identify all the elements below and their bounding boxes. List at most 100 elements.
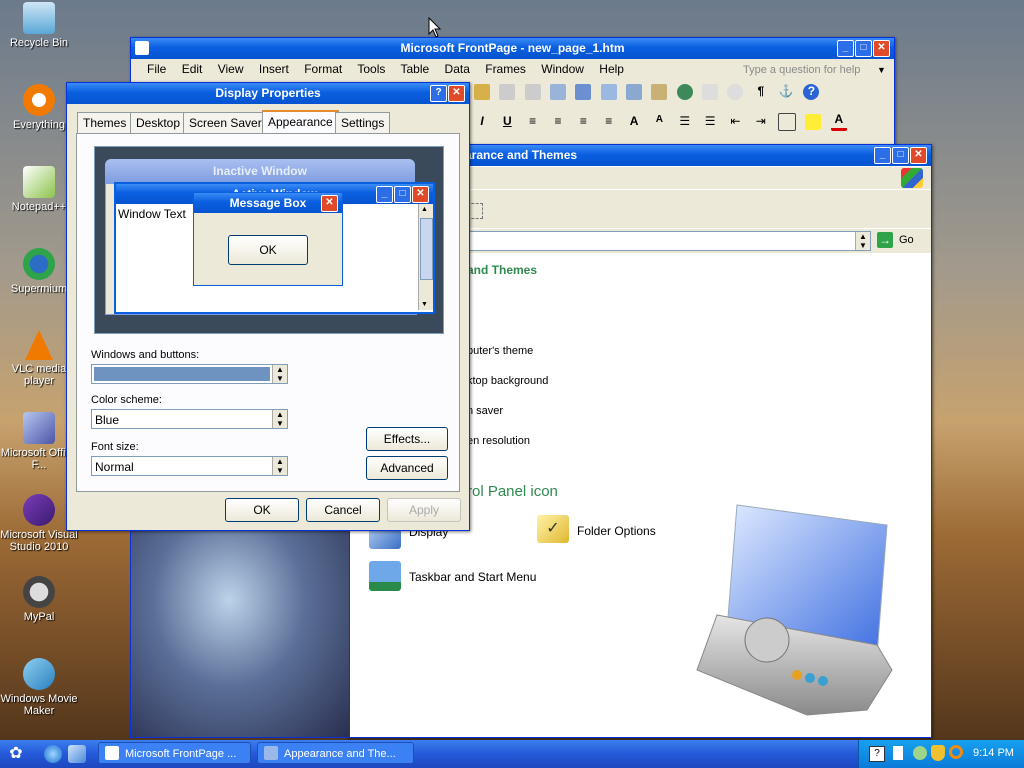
start-butterfly-icon[interactable]: ✿	[4, 744, 28, 764]
minimize-button[interactable]: _	[837, 40, 854, 57]
dropdown-arrow-icon[interactable]: ▲ ▼	[272, 410, 287, 428]
desktop-icon-label: Notepad++	[11, 201, 67, 213]
desktop-icon-label: Recycle Bin	[9, 37, 69, 49]
menu-frames[interactable]: Frames	[485, 62, 526, 76]
bullets-icon[interactable]: ☰	[702, 114, 718, 130]
notepad-plus-plus-icon	[23, 166, 55, 198]
insert-table-icon[interactable]	[575, 84, 592, 100]
tray-network-icon[interactable]	[893, 746, 903, 760]
format-painter-icon[interactable]	[474, 84, 490, 100]
justify-icon[interactable]: ≡	[601, 114, 617, 130]
menu-table[interactable]: Table	[401, 62, 430, 76]
font-size-select[interactable]: Normal ▲ ▼	[91, 456, 288, 476]
tray-clock: 9:14 PM	[973, 747, 1014, 759]
redo-icon[interactable]	[524, 84, 541, 100]
tab-appearance[interactable]: Appearance	[262, 110, 339, 135]
desktop-icon-label: Everything	[13, 119, 65, 131]
task-label: Appearance and The...	[284, 748, 396, 760]
windows-buttons-selected-highlight	[94, 367, 270, 381]
menu-file[interactable]: File	[147, 62, 166, 76]
task-link-screensaver[interactable]: n saver	[467, 405, 503, 417]
task-link-resolution[interactable]: en resolution	[467, 435, 530, 447]
address-dropdown-icon[interactable]: ▲ ▼	[855, 232, 870, 250]
dropdown-arrow-icon[interactable]: ▲ ▼	[272, 457, 287, 475]
help-icon[interactable]: ?	[803, 84, 820, 100]
menu-view[interactable]: View	[218, 62, 244, 76]
drawing-icon[interactable]	[651, 84, 668, 100]
maximize-button[interactable]: □	[892, 147, 909, 164]
tab-screen-saver[interactable]: Screen Saver	[183, 112, 268, 133]
advanced-button[interactable]: Advanced	[366, 456, 448, 480]
task-link-background[interactable]: ktop background	[467, 375, 548, 387]
windows-buttons-select[interactable]: ▲ ▼	[91, 364, 288, 384]
increase-indent-icon[interactable]: ⇥	[753, 114, 769, 130]
taskbar-frontpage-button[interactable]: Microsoft FrontPage ...	[98, 742, 251, 764]
align-right-icon[interactable]: ≡	[575, 114, 591, 130]
desktop-icon-label: Windows Movie Maker	[0, 693, 78, 717]
help-dropdown-arrow-icon[interactable]: ▼	[877, 60, 886, 80]
display-properties-titlebar[interactable]: Display Properties ? ✕	[67, 83, 469, 104]
insert-layer-icon[interactable]	[600, 84, 617, 100]
align-left-icon[interactable]: ≡	[525, 114, 541, 130]
dropdown-arrow-icon[interactable]: ▲ ▼	[272, 365, 287, 383]
help-button[interactable]: ?	[430, 85, 447, 102]
menu-tools[interactable]: Tools	[357, 62, 385, 76]
underline-icon[interactable]: U	[499, 114, 515, 130]
effects-button[interactable]: Effects...	[366, 427, 448, 451]
menu-edit[interactable]: Edit	[182, 62, 203, 76]
taskbar-appearance-button[interactable]: Appearance and The...	[257, 742, 414, 764]
menu-help[interactable]: Help	[599, 62, 624, 76]
menu-window[interactable]: Window	[541, 62, 584, 76]
font-color-icon[interactable]: A	[830, 112, 847, 131]
control-panel-title: arance and Themes	[465, 148, 578, 162]
tab-settings[interactable]: Settings	[335, 112, 391, 133]
address-field[interactable]: ▲ ▼	[465, 231, 871, 251]
web-icon[interactable]	[676, 84, 693, 100]
frontpage-titlebar[interactable]: Microsoft FrontPage - new_page_1.htm _ □…	[131, 38, 894, 59]
mypal-icon	[23, 576, 55, 608]
tray-update-icon[interactable]	[913, 746, 927, 760]
numbering-icon[interactable]: ☰	[677, 114, 693, 130]
tray-security-shield-icon[interactable]	[931, 745, 945, 761]
quicklaunch-ie-icon[interactable]	[44, 745, 62, 763]
decrease-indent-icon[interactable]: ⇤	[727, 114, 743, 130]
tab-themes[interactable]: Themes	[77, 112, 133, 133]
go-button[interactable]: Go	[899, 234, 914, 246]
insert-web-component-icon[interactable]	[550, 84, 567, 100]
borders-icon[interactable]	[778, 112, 797, 131]
task-link-theme[interactable]: puter's theme	[467, 345, 533, 357]
color-scheme-select[interactable]: Blue ▲ ▼	[91, 409, 288, 429]
quicklaunch-desktop-icon[interactable]	[68, 745, 86, 763]
decrease-font-icon[interactable]: A	[651, 114, 667, 130]
recycle-bin-shortcut[interactable]: Recycle Bin	[0, 2, 78, 49]
menu-insert[interactable]: Insert	[259, 62, 289, 76]
mypal-shortcut[interactable]: MyPal	[0, 576, 78, 623]
close-button[interactable]: ✕	[873, 40, 890, 57]
increase-font-icon[interactable]: A	[626, 114, 642, 130]
bookmark-anchor-icon[interactable]: ⚓	[778, 84, 794, 100]
menu-format[interactable]: Format	[304, 62, 342, 76]
close-button[interactable]: ✕	[910, 147, 927, 164]
movie-maker-shortcut[interactable]: Windows Movie Maker	[0, 658, 78, 717]
ok-button[interactable]: OK	[225, 498, 299, 522]
minimize-button[interactable]: _	[874, 147, 891, 164]
supermium-icon	[23, 248, 55, 280]
tray-search-icon[interactable]	[949, 745, 963, 759]
show-all-paragraph-icon[interactable]: ¶	[753, 84, 769, 100]
close-button[interactable]: ✕	[448, 85, 465, 102]
insert-picture-icon[interactable]	[626, 84, 643, 100]
maximize-button[interactable]: □	[855, 40, 872, 57]
help-question-input[interactable]: Type a question for help	[743, 60, 860, 80]
tab-desktop[interactable]: Desktop	[130, 112, 187, 133]
tray-help-icon[interactable]: ?	[869, 746, 885, 762]
highlight-icon[interactable]	[805, 113, 822, 130]
cancel-button[interactable]: Cancel	[306, 498, 380, 522]
italic-icon[interactable]: I	[474, 114, 490, 130]
vlc-cone-icon	[25, 330, 53, 360]
go-arrow-icon[interactable]: →	[877, 232, 893, 248]
frontpage-toolbar-row1: ¶ ⚓ ?	[471, 84, 822, 106]
folder-options-icon: ✓	[537, 515, 569, 543]
menu-data[interactable]: Data	[445, 62, 470, 76]
undo-icon[interactable]	[499, 84, 516, 100]
align-center-icon[interactable]: ≡	[550, 114, 566, 130]
